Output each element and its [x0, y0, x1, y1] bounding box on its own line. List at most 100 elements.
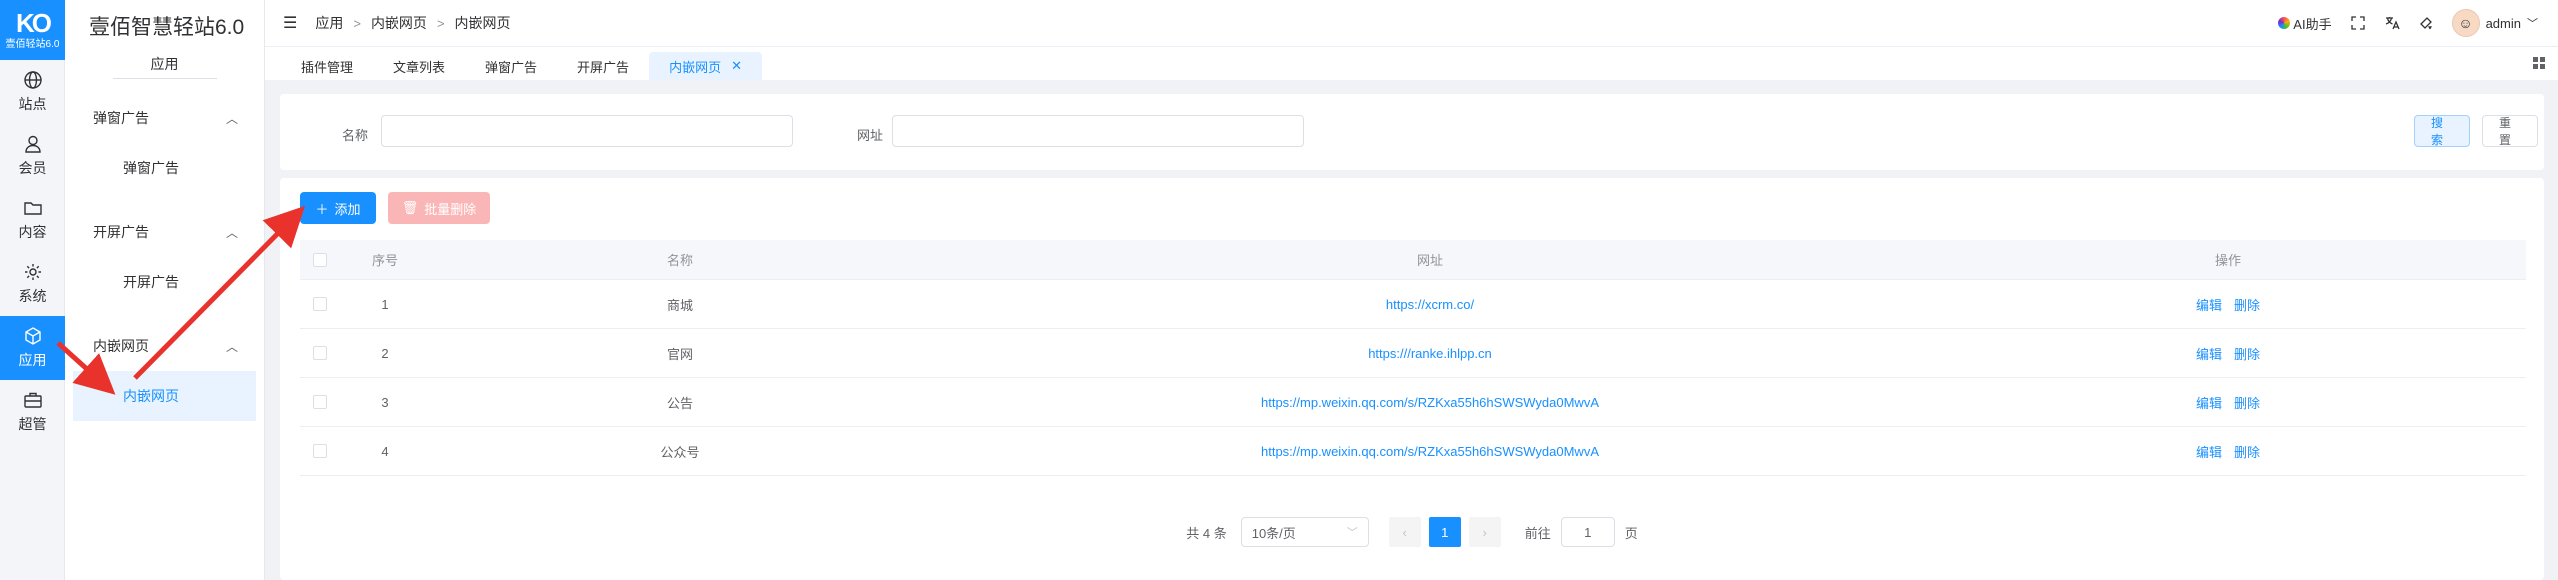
- list-card: ＋ 添加 🗑 批量删除 序号 名称 网址 操作 1 商城 https://xcr…: [280, 178, 2544, 580]
- row-no: 3: [381, 394, 389, 410]
- table-header-row: 序号 名称 网址 操作: [300, 240, 2526, 280]
- ai-assistant-button[interactable]: AI助手: [2278, 14, 2332, 33]
- sidebar-item-embedded-page[interactable]: 内嵌网页: [73, 371, 256, 421]
- nav-content-label: 内容: [18, 224, 47, 240]
- nav-member[interactable]: 会员: [0, 124, 65, 188]
- row-url-cell: https://mp.weixin.qq.com/s/RZKxa55h6hSWS…: [930, 427, 1930, 475]
- sidebar-item-splash-ad[interactable]: 开屏广告: [73, 257, 256, 307]
- sidebar-group-splash-ad[interactable]: 开屏广告 ︿: [65, 207, 264, 257]
- user-menu[interactable]: ☺ admin ﹀: [2451, 9, 2538, 37]
- sidebar-group-popup-ad[interactable]: 弹窗广告 ︿: [65, 93, 264, 143]
- nav-system[interactable]: 系统: [0, 252, 65, 316]
- gear-icon: [24, 264, 41, 280]
- sidebar-section-label: 应用: [150, 56, 179, 72]
- header-tools: AI助手 ☺ admin ﹀: [2278, 0, 2538, 46]
- nav-content[interactable]: 内容: [0, 188, 65, 252]
- translate-icon[interactable]: [2384, 15, 2400, 31]
- tab-plugin-manage[interactable]: 插件管理: [281, 52, 373, 80]
- prev-page-button[interactable]: ‹: [1388, 517, 1421, 547]
- tab-splash-ad[interactable]: 开屏广告: [557, 52, 649, 80]
- edit-button[interactable]: 编辑: [2196, 295, 2222, 314]
- breadcrumb-item[interactable]: 内嵌网页: [371, 13, 427, 33]
- row-actions: 编辑 删除: [1930, 280, 2526, 328]
- select-all-checkbox[interactable]: [313, 252, 327, 267]
- tab-embedded-page[interactable]: 内嵌网页 ✕: [649, 52, 762, 80]
- grid-icon[interactable]: [2532, 56, 2546, 70]
- row-url-cell: https://mp.weixin.qq.com/s/RZKxa55h6hSWS…: [930, 378, 1930, 426]
- tab-label: 内嵌网页: [669, 59, 722, 75]
- goto-page: 前往 1 页: [1525, 517, 1638, 547]
- batch-delete-label: 批量删除: [424, 201, 477, 217]
- brand-logo[interactable]: KO 壹佰轻站6.0: [0, 0, 65, 60]
- table-row: 1 商城 https://xcrm.co/ 编辑 删除: [300, 280, 2526, 329]
- name-label: 名称: [342, 128, 369, 143]
- row-no: 2: [381, 345, 389, 361]
- chevron-right-icon: ›: [1482, 524, 1487, 540]
- sidebar-group-embedded-page[interactable]: 内嵌网页 ︿: [65, 321, 264, 371]
- edit-button[interactable]: 编辑: [2196, 442, 2222, 461]
- name-input[interactable]: [381, 115, 793, 147]
- next-page-button[interactable]: ›: [1468, 517, 1501, 547]
- trash-icon: 🗑: [401, 200, 419, 215]
- url-input[interactable]: [892, 115, 1304, 147]
- delete-button[interactable]: 删除: [2234, 393, 2260, 412]
- delete-button[interactable]: 删除: [2234, 295, 2260, 314]
- add-button[interactable]: ＋ 添加: [300, 192, 376, 224]
- theme-icon[interactable]: [2418, 15, 2434, 31]
- tab-article-list[interactable]: 文章列表: [373, 52, 465, 80]
- page-number-current[interactable]: 1: [1428, 517, 1461, 547]
- chevron-left-icon: ‹: [1402, 524, 1407, 540]
- edit-button[interactable]: 编辑: [2196, 393, 2222, 412]
- breadcrumb-separator: >: [353, 15, 361, 31]
- sidebar-item-popup-ad[interactable]: 弹窗广告: [73, 143, 256, 193]
- row-url-link[interactable]: https://xcrm.co/: [1386, 297, 1474, 312]
- row-actions: 编辑 删除: [1930, 329, 2526, 377]
- batch-delete-button[interactable]: 🗑 批量删除: [388, 192, 490, 224]
- icon-sidebar: KO 壹佰轻站6.0 站点 会员 内容 系统 应用 超管: [0, 0, 65, 580]
- row-checkbox[interactable]: [313, 395, 327, 409]
- delete-button[interactable]: 删除: [2234, 442, 2260, 461]
- nav-admin[interactable]: 超管: [0, 380, 65, 444]
- row-checkbox[interactable]: [313, 297, 327, 311]
- table-row: 3 公告 https://mp.weixin.qq.com/s/RZKxa55h…: [300, 378, 2526, 427]
- fullscreen-icon[interactable]: [2350, 15, 2366, 31]
- goto-page-input[interactable]: 1: [1560, 517, 1615, 547]
- pagination: 共 4 条 10条/页 ﹀ ‹ 1 › 前往 1 页: [280, 516, 2544, 548]
- table-row: 4 公众号 https://mp.weixin.qq.com/s/RZKxa55…: [300, 427, 2526, 476]
- chevron-up-icon: ︿: [225, 111, 238, 126]
- menu-toggle-icon[interactable]: ☰: [283, 13, 297, 33]
- row-checkbox[interactable]: [313, 346, 327, 360]
- add-button-label: 添加: [334, 201, 361, 217]
- logo-mark: KO: [16, 8, 52, 38]
- breadcrumb-item[interactable]: 应用: [315, 13, 343, 33]
- folder-icon: [23, 202, 42, 215]
- row-checkbox-cell: [300, 427, 340, 475]
- sidebar-group-label: 内嵌网页: [93, 338, 149, 354]
- row-name: 公众号: [660, 444, 700, 460]
- sidebar-group-label: 开屏广告: [93, 224, 149, 240]
- delete-button[interactable]: 删除: [2234, 344, 2260, 363]
- nav-app[interactable]: 应用: [0, 316, 65, 380]
- table-row: 2 官网 https:///ranke.ihlpp.cn 编辑 删除: [300, 329, 2526, 378]
- row-url-link[interactable]: https://mp.weixin.qq.com/s/RZKxa55h6hSWS…: [1261, 395, 1599, 410]
- row-url-link[interactable]: https:///ranke.ihlpp.cn: [1368, 346, 1492, 361]
- ai-logo-icon: [2278, 17, 2291, 29]
- search-form: 名称 网址 搜索 重置: [280, 94, 2544, 170]
- row-url-link[interactable]: https://mp.weixin.qq.com/s/RZKxa55h6hSWS…: [1261, 444, 1599, 459]
- goto-label: 前往: [1524, 525, 1551, 541]
- nav-site[interactable]: 站点: [0, 60, 65, 124]
- cube-icon: [24, 327, 41, 345]
- row-actions: 编辑 删除: [1930, 378, 2526, 426]
- search-button[interactable]: 搜索: [2414, 115, 2470, 147]
- select-all-cell: [300, 240, 340, 279]
- page-size-select[interactable]: 10条/页 ﹀: [1240, 517, 1369, 547]
- edit-button[interactable]: 编辑: [2196, 344, 2222, 363]
- row-checkbox[interactable]: [313, 444, 327, 458]
- chevron-down-icon: ﹀: [2527, 18, 2538, 30]
- close-icon[interactable]: ✕: [731, 58, 742, 74]
- tab-popup-ad[interactable]: 弹窗广告: [465, 52, 557, 80]
- chevron-down-icon: ﹀: [1346, 527, 1358, 539]
- row-checkbox-cell: [300, 280, 340, 328]
- avatar: ☺: [2451, 9, 2480, 37]
- reset-button[interactable]: 重置: [2482, 115, 2538, 147]
